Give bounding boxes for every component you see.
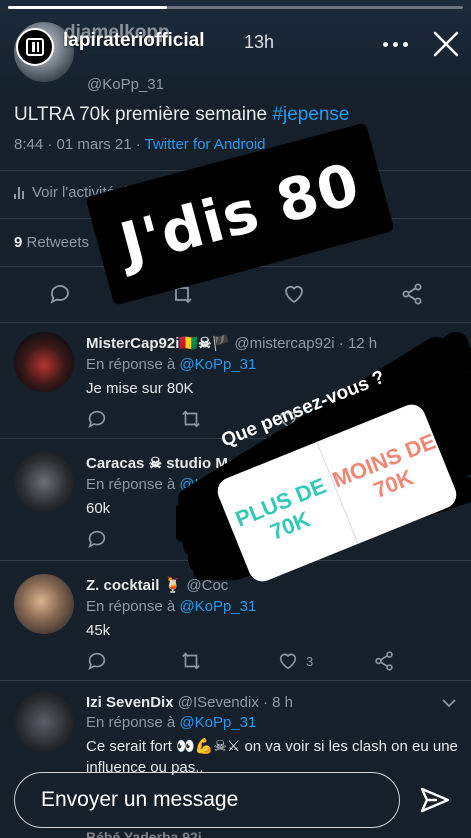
story-username[interactable]: lapirateriofficial <box>63 30 205 52</box>
reply-icon[interactable] <box>86 528 108 550</box>
text-sticker-label: J'dis 80 <box>113 149 367 279</box>
reply-handle: @ISevendix · 8 h <box>177 694 294 711</box>
in-reply-to: En réponse à @KoPp_31 <box>86 598 256 615</box>
pirate-logo-icon <box>26 38 44 56</box>
reply-text: 45k <box>86 622 111 639</box>
reply-author-name: Z. cocktail <box>86 577 160 594</box>
message-placeholder: Envoyer un message <box>41 788 239 811</box>
like-count: 3 <box>306 654 314 669</box>
retweet-icon[interactable] <box>180 650 202 672</box>
tweet-text: ULTRA 70k première semaine #jepense <box>14 104 350 126</box>
ghost-reply-author: Bébé Yaderba 92i <box>86 829 202 838</box>
in-reply-to: En réponse à @KoPp_31 <box>86 714 256 731</box>
chevron-down-icon[interactable] <box>442 698 456 708</box>
in-reply-label: En réponse à <box>86 356 180 373</box>
like-icon[interactable] <box>282 282 306 306</box>
hashtag-link[interactable]: #jepense <box>272 104 349 125</box>
message-input[interactable]: Envoyer un message <box>14 772 400 828</box>
share-icon[interactable] <box>373 650 395 672</box>
story-time: 13h <box>244 32 275 52</box>
retweets-count[interactable]: 9 Retweets <box>14 234 89 251</box>
retweets-label: Retweets <box>22 234 90 251</box>
in-reply-label: En réponse à <box>86 476 180 493</box>
reply-icon[interactable] <box>86 408 108 430</box>
reply-author-name: Caracas <box>86 455 145 472</box>
reply-avatar[interactable] <box>14 692 74 752</box>
mention-link[interactable]: @KoPp_31 <box>179 714 256 731</box>
reply-author-name: Izi SevenDix <box>86 694 174 711</box>
story-progress-bar <box>8 6 463 9</box>
story-viewer: djamelkopp lapirateriofficial 13h @KoPp_… <box>0 0 471 838</box>
divider <box>0 322 471 323</box>
reply-avatar[interactable] <box>14 574 74 634</box>
reply-avatar[interactable] <box>14 452 74 512</box>
tweet-actions <box>0 282 471 308</box>
share-icon[interactable] <box>400 282 424 306</box>
more-options-icon[interactable] <box>383 42 409 50</box>
reply-author: Izi SevenDix @ISevendix · 8 h <box>86 694 293 711</box>
reply-avatar[interactable] <box>14 332 74 392</box>
close-icon[interactable] <box>430 28 462 60</box>
reply-icon[interactable] <box>86 650 108 672</box>
tweet-timestamp: 8:44 · 01 mars 21 · <box>14 136 145 153</box>
tweet-text-body: ULTRA 70k première semaine <box>14 104 273 125</box>
tweet-source-link[interactable]: Twitter for Android <box>145 136 266 153</box>
divider <box>0 680 471 681</box>
tweet-author-handle: @KoPp_31 <box>87 76 164 93</box>
in-reply-label: En réponse à <box>86 714 180 731</box>
story-progress-fill <box>8 6 168 9</box>
send-icon[interactable] <box>419 784 451 816</box>
like-icon[interactable] <box>277 650 299 672</box>
story-account-avatar[interactable] <box>16 28 54 66</box>
analytics-icon <box>14 186 24 199</box>
reply-author-name: MisterCap92i <box>86 335 180 352</box>
tweet-meta: 8:44 · 01 mars 21 · Twitter for Android <box>14 136 266 153</box>
story-header: djamelkopp lapirateriofficial 13h @KoPp_… <box>0 16 471 93</box>
in-reply-label: En réponse à <box>86 598 180 615</box>
mention-link[interactable]: @KoPp_31 <box>179 598 256 615</box>
reply-icon[interactable] <box>48 282 72 306</box>
